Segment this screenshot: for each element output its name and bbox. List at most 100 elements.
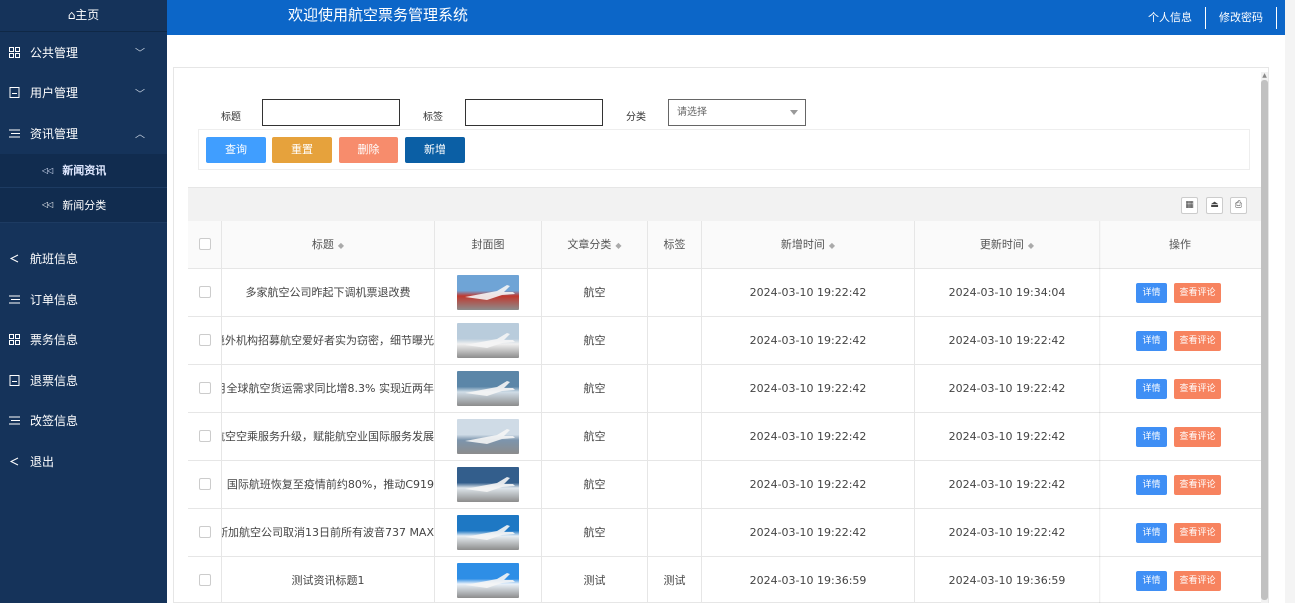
row-checkbox[interactable] <box>199 430 211 442</box>
system-title: 欢迎使用航空票务管理系统 <box>288 6 469 24</box>
sidebar-submenu: ◁◁ 新闻资讯 ◁◁ 新闻分类 <box>0 153 167 223</box>
main-content: 标题 标签 分类 请选择 查询 重置 删除 新增 ▦ ⏏ ⎙ 标题 ◆ 封面图 文… <box>173 67 1269 603</box>
col-updated[interactable]: 更新时间 ◆ <box>915 221 1099 269</box>
row-ops: 详情 查看评论 <box>1099 509 1261 557</box>
row-tag: 测试 <box>648 557 702 603</box>
row-title: 多家航空公司昨起下调机票退改费 <box>222 269 435 317</box>
category-filter-label: 分类 <box>626 112 646 123</box>
table-toolbar: ▦ ⏏ ⎙ <box>188 187 1261 221</box>
scrollbar-thumb[interactable] <box>1261 80 1268 600</box>
row-ops: 详情 查看评论 <box>1099 269 1261 317</box>
print-icon[interactable]: ⎙ <box>1230 197 1247 214</box>
row-checkbox[interactable] <box>199 382 211 394</box>
sidebar-item-label: 改签信息 <box>30 414 79 429</box>
row-checkbox[interactable] <box>199 574 211 586</box>
sidebar-subitem-news-category[interactable]: ◁◁ 新闻分类 <box>0 188 167 223</box>
view-comments-button[interactable]: 查看评论 <box>1174 331 1221 351</box>
grid-icon <box>8 46 20 58</box>
sidebar: ⌂主页 公共管理 ﹀ 用户管理 ﹀ 资讯管理 ︿ ◁◁ 新闻资讯 ◁◁ 新闻分类 <box>0 0 167 603</box>
profile-link[interactable]: 个人信息 <box>1135 6 1206 29</box>
row-created: 2024-03-10 19:22:42 <box>702 413 915 461</box>
row-cover <box>435 509 542 557</box>
detail-button[interactable]: 详情 <box>1136 283 1167 303</box>
row-title: 拉斯加航空公司取消13日前所有波音737 MAX <box>222 509 435 557</box>
sidebar-item-users[interactable]: 用户管理 ﹀ <box>0 73 167 114</box>
sidebar-item-flights[interactable]: 航班信息 <box>0 239 167 280</box>
delete-button[interactable]: 删除 <box>339 137 398 163</box>
sidebar-item-label: 资讯管理 <box>30 126 79 141</box>
news-table: ▦ ⏏ ⎙ 标题 ◆ 封面图 文章分类 ◆ 标签 新增时间 ◆ 更新时间 ◆ 操作 多家… <box>188 187 1261 603</box>
view-comments-button[interactable]: 查看评论 <box>1174 283 1221 303</box>
row-created: 2024-03-10 19:22:42 <box>702 365 915 413</box>
row-checkbox[interactable] <box>199 286 211 298</box>
list-icon <box>8 127 20 139</box>
row-tag <box>648 413 702 461</box>
row-category: 航空 <box>542 413 648 461</box>
row-checkbox[interactable] <box>199 334 211 346</box>
query-button[interactable]: 查询 <box>206 137 266 163</box>
row-select-cell <box>188 557 222 603</box>
sidebar-item-orders[interactable]: 订单信息 <box>0 279 167 320</box>
sidebar-item-tickets[interactable]: 票务信息 <box>0 320 167 361</box>
row-updated: 2024-03-10 19:22:42 <box>948 382 1066 395</box>
sidebar-item-news[interactable]: 资讯管理 ︿ <box>0 113 167 154</box>
title-filter-label: 标题 <box>221 112 241 123</box>
row-select-cell <box>188 509 222 557</box>
airplane-icon <box>465 525 515 540</box>
caret-down-icon <box>790 110 798 115</box>
reset-button[interactable]: 重置 <box>272 137 332 163</box>
row-tag <box>648 317 702 365</box>
scroll-up-icon[interactable]: ▲ <box>1261 72 1268 80</box>
view-comments-button[interactable]: 查看评论 <box>1174 427 1221 447</box>
sidebar-item-refunds[interactable]: 退票信息 <box>0 360 167 401</box>
sidebar-subitem-label: 新闻分类 <box>62 198 107 212</box>
row-cover <box>435 461 542 509</box>
detail-button[interactable]: 详情 <box>1136 379 1167 399</box>
cover-image <box>457 371 519 406</box>
row-updated: 2024-03-10 19:22:42 <box>948 430 1066 443</box>
row-category: 航空 <box>542 317 648 365</box>
sidebar-subitem-label: 新闻资讯 <box>62 164 107 178</box>
row-checkbox[interactable] <box>199 478 211 490</box>
export-icon[interactable]: ⏏ <box>1206 197 1223 214</box>
sidebar-item-changes[interactable]: 改签信息 <box>0 401 167 442</box>
col-title[interactable]: 标题 ◆ <box>222 221 435 269</box>
col-category[interactable]: 文章分类 ◆ <box>542 221 648 269</box>
sidebar-item-label: 航班信息 <box>30 252 79 267</box>
row-category: 航空 <box>542 269 648 317</box>
airplane-icon <box>465 573 515 588</box>
sort-icon: ◆ <box>615 241 622 250</box>
view-comments-button[interactable]: 查看评论 <box>1174 379 1221 399</box>
detail-button[interactable]: 详情 <box>1136 523 1167 543</box>
detail-button[interactable]: 详情 <box>1136 475 1167 495</box>
vertical-scrollbar[interactable]: ▲ <box>1261 72 1268 603</box>
sidebar-item-public[interactable]: 公共管理 ﹀ <box>0 32 167 73</box>
view-comments-button[interactable]: 查看评论 <box>1174 475 1221 495</box>
detail-button[interactable]: 详情 <box>1136 331 1167 351</box>
col-cover: 封面图 <box>435 221 542 269</box>
add-button[interactable]: 新增 <box>405 137 465 163</box>
view-comments-button[interactable]: 查看评论 <box>1174 523 1221 543</box>
title-filter-input[interactable] <box>262 99 400 126</box>
sort-icon: ◆ <box>828 241 836 250</box>
view-comments-button[interactable]: 查看评论 <box>1174 571 1221 591</box>
category-select[interactable]: 请选择 <box>668 99 806 126</box>
document-icon <box>8 87 20 99</box>
row-created: 2024-03-10 19:22:42 <box>702 509 915 557</box>
sidebar-subitem-news[interactable]: ◁◁ 新闻资讯 <box>0 154 167 188</box>
sidebar-item-logout[interactable]: 退出 <box>0 441 167 482</box>
document-icon <box>8 374 20 386</box>
row-checkbox[interactable] <box>199 526 211 538</box>
col-created[interactable]: 新增时间 ◆ <box>702 221 915 269</box>
category-select-value: 请选择 <box>677 107 707 118</box>
select-all-checkbox[interactable] <box>199 238 211 250</box>
columns-icon[interactable]: ▦ <box>1181 197 1198 214</box>
tag-filter-label: 标签 <box>423 112 443 123</box>
home-link[interactable]: ⌂主页 <box>0 0 167 32</box>
row-updated: 2024-03-10 19:22:42 <box>948 526 1066 539</box>
detail-button[interactable]: 详情 <box>1136 427 1167 447</box>
airplane-icon <box>465 285 515 300</box>
tag-filter-input[interactable] <box>465 99 603 126</box>
detail-button[interactable]: 详情 <box>1136 571 1167 591</box>
change-password-link[interactable]: 修改密码 <box>1206 6 1277 29</box>
